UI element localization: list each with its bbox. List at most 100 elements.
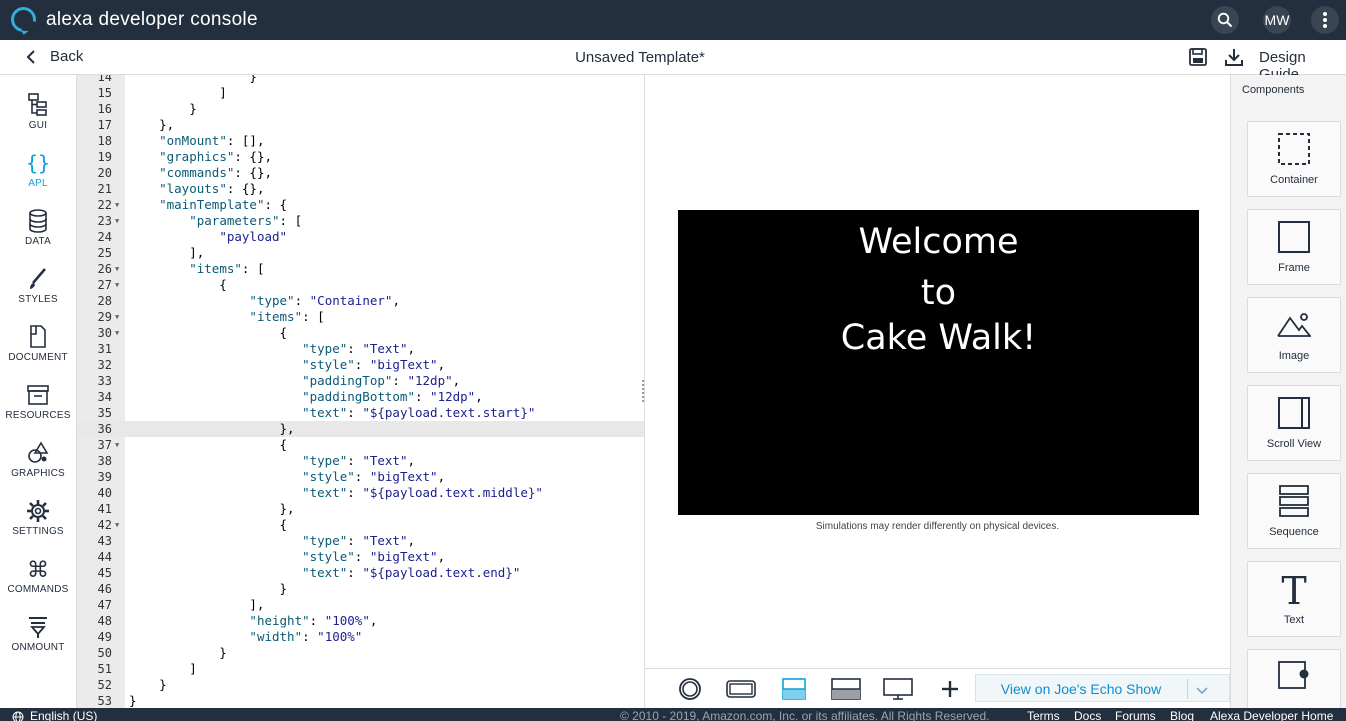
nav-item-document[interactable]: DOCUMENT <box>0 323 76 377</box>
code-line[interactable]: 26 ▼ "items": [ <box>77 261 645 277</box>
code-line[interactable]: 24 "payload" <box>77 229 645 245</box>
code-line[interactable]: 40 "text": "${payload.text.middle}" <box>77 485 645 501</box>
code-line[interactable]: 33 "paddingTop": "12dp", <box>77 373 645 389</box>
code-line[interactable]: 51 ] <box>77 661 645 677</box>
footer-link-alexa-developer-home[interactable]: Alexa Developer Home <box>1210 709 1333 721</box>
code-line[interactable]: 29 ▼ "items": [ <box>77 309 645 325</box>
chevron-down-icon[interactable] <box>1195 683 1209 701</box>
save-icon[interactable] <box>1188 47 1208 72</box>
fold-toggle-icon[interactable]: ▼ <box>115 437 119 453</box>
code-line[interactable]: 30 ▼ { <box>77 325 645 341</box>
component-sequence[interactable]: Sequence <box>1247 473 1341 549</box>
device-large-hub-icon[interactable] <box>831 676 861 702</box>
component-container[interactable]: Container <box>1247 121 1341 197</box>
line-number: 50 <box>97 646 112 660</box>
component-label: Text <box>1283 614 1305 626</box>
component-scroll-view[interactable]: Scroll View <box>1247 385 1341 461</box>
line-number: 36 <box>97 422 112 436</box>
fold-toggle-icon[interactable]: ▼ <box>115 261 119 277</box>
component-frame[interactable]: Frame <box>1247 209 1341 285</box>
code-line[interactable]: 31 "type": "Text", <box>77 341 645 357</box>
line-number: 18 <box>97 134 112 148</box>
fold-toggle-icon[interactable]: ▼ <box>115 197 119 213</box>
code-line[interactable]: 50 } <box>77 645 645 661</box>
code-line[interactable]: 23 ▼ "parameters": [ <box>77 213 645 229</box>
code-line[interactable]: 21 "layouts": {}, <box>77 181 645 197</box>
footer-link-docs[interactable]: Docs <box>1074 709 1101 721</box>
nav-item-gui[interactable]: GUI <box>0 91 76 145</box>
nav-item-commands[interactable]: ⌘ COMMANDS <box>0 555 76 609</box>
code-line[interactable]: 47 ], <box>77 597 645 613</box>
download-icon[interactable] <box>1224 47 1244 72</box>
code-line[interactable]: 22 ▼ "mainTemplate": { <box>77 197 645 213</box>
nav-item-apl[interactable]: {} APL <box>0 149 76 203</box>
device-round-icon[interactable] <box>675 676 705 702</box>
device-small-landscape-icon[interactable] <box>726 676 756 702</box>
code-line[interactable]: 32 "style": "bigText", <box>77 357 645 373</box>
code-line[interactable]: 19 "graphics": {}, <box>77 149 645 165</box>
code-line[interactable]: 35 "text": "${payload.text.start}" <box>77 405 645 421</box>
search-icon[interactable] <box>1211 6 1239 34</box>
code-line[interactable]: 28 "type": "Container", <box>77 293 645 309</box>
code-line[interactable]: 15 ] <box>77 85 645 101</box>
component-text[interactable]: T Text <box>1247 561 1341 637</box>
code-line[interactable]: 37 ▼ { <box>77 437 645 453</box>
nav-item-styles[interactable]: STYLES <box>0 265 76 319</box>
code-line[interactable]: 20 "commands": {}, <box>77 165 645 181</box>
code-text: "type": "Text", <box>302 453 415 468</box>
archive-icon <box>27 385 49 405</box>
code-line[interactable]: 14 } <box>77 75 645 85</box>
code-line[interactable]: 48 "height": "100%", <box>77 613 645 629</box>
nav-item-onmount[interactable]: ONMOUNT <box>0 613 76 667</box>
code-line[interactable]: 25 ], <box>77 245 645 261</box>
code-line[interactable]: 38 "type": "Text", <box>77 453 645 469</box>
device-medium-hub-icon[interactable] <box>779 676 809 702</box>
component-touch-wrapper[interactable] <box>1247 649 1341 708</box>
fold-toggle-icon[interactable]: ▼ <box>115 213 119 229</box>
device-tv-icon[interactable] <box>883 676 913 702</box>
avatar[interactable]: MW <box>1263 6 1291 34</box>
code-line[interactable]: 17 }, <box>77 117 645 133</box>
code-line[interactable]: 27 ▼ { <box>77 277 645 293</box>
nav-item-settings[interactable]: SETTINGS <box>0 497 76 551</box>
code-line[interactable]: 44 "style": "bigText", <box>77 549 645 565</box>
component-label: Image <box>1278 350 1310 362</box>
code-line[interactable]: 49 "width": "100%" <box>77 629 645 645</box>
add-device-icon[interactable] <box>935 676 965 702</box>
nav-item-resources[interactable]: RESOURCES <box>0 381 76 435</box>
brand-title[interactable]: alexa developer console <box>46 9 258 31</box>
code-line[interactable]: 42 ▼ { <box>77 517 645 533</box>
nav-label: APL <box>28 178 48 189</box>
component-image[interactable]: Image <box>1247 297 1341 373</box>
code-line[interactable]: 45 "text": "${payload.text.end}" <box>77 565 645 581</box>
view-on-device-button[interactable]: View on Joe's Echo Show <box>975 674 1230 702</box>
code-line[interactable]: 34 "paddingBottom": "12dp", <box>77 389 645 405</box>
alexa-logo-icon[interactable] <box>6 2 41 37</box>
code-line[interactable]: 43 "type": "Text", <box>77 533 645 549</box>
language-selector[interactable]: English (US) <box>30 709 97 721</box>
code-line[interactable]: 41 }, <box>77 501 645 517</box>
footer-link-forums[interactable]: Forums <box>1115 709 1156 721</box>
code-line[interactable]: 52 } <box>77 677 645 693</box>
code-editor[interactable]: 14 } 15 ] 16 } 17 }, 18 "onMount": [], 19 "gr… <box>77 75 645 708</box>
fold-toggle-icon[interactable]: ▼ <box>115 309 119 325</box>
line-number: 51 <box>97 662 112 676</box>
fold-toggle-icon[interactable]: ▼ <box>115 517 119 533</box>
code-line[interactable]: 36 }, <box>77 421 645 437</box>
nav-item-graphics[interactable]: GRAPHICS <box>0 439 76 493</box>
code-line[interactable]: 18 "onMount": [], <box>77 133 645 149</box>
code-line[interactable]: 39 "style": "bigText", <box>77 469 645 485</box>
globe-icon[interactable] <box>12 711 24 721</box>
nav-item-data[interactable]: DATA <box>0 207 76 261</box>
braces-icon: {} <box>26 151 50 175</box>
line-number: 22 <box>97 198 112 212</box>
code-line[interactable]: 16 } <box>77 101 645 117</box>
code-line[interactable]: 46 } <box>77 581 645 597</box>
footer-link-terms[interactable]: Terms <box>1027 709 1060 721</box>
fold-toggle-icon[interactable]: ▼ <box>115 277 119 293</box>
fold-toggle-icon[interactable]: ▼ <box>115 325 119 341</box>
code-line[interactable]: 53} <box>77 693 645 708</box>
footer-link-blog[interactable]: Blog <box>1170 709 1194 721</box>
line-number: 47 <box>97 598 112 612</box>
more-vertical-icon[interactable] <box>1311 6 1339 34</box>
